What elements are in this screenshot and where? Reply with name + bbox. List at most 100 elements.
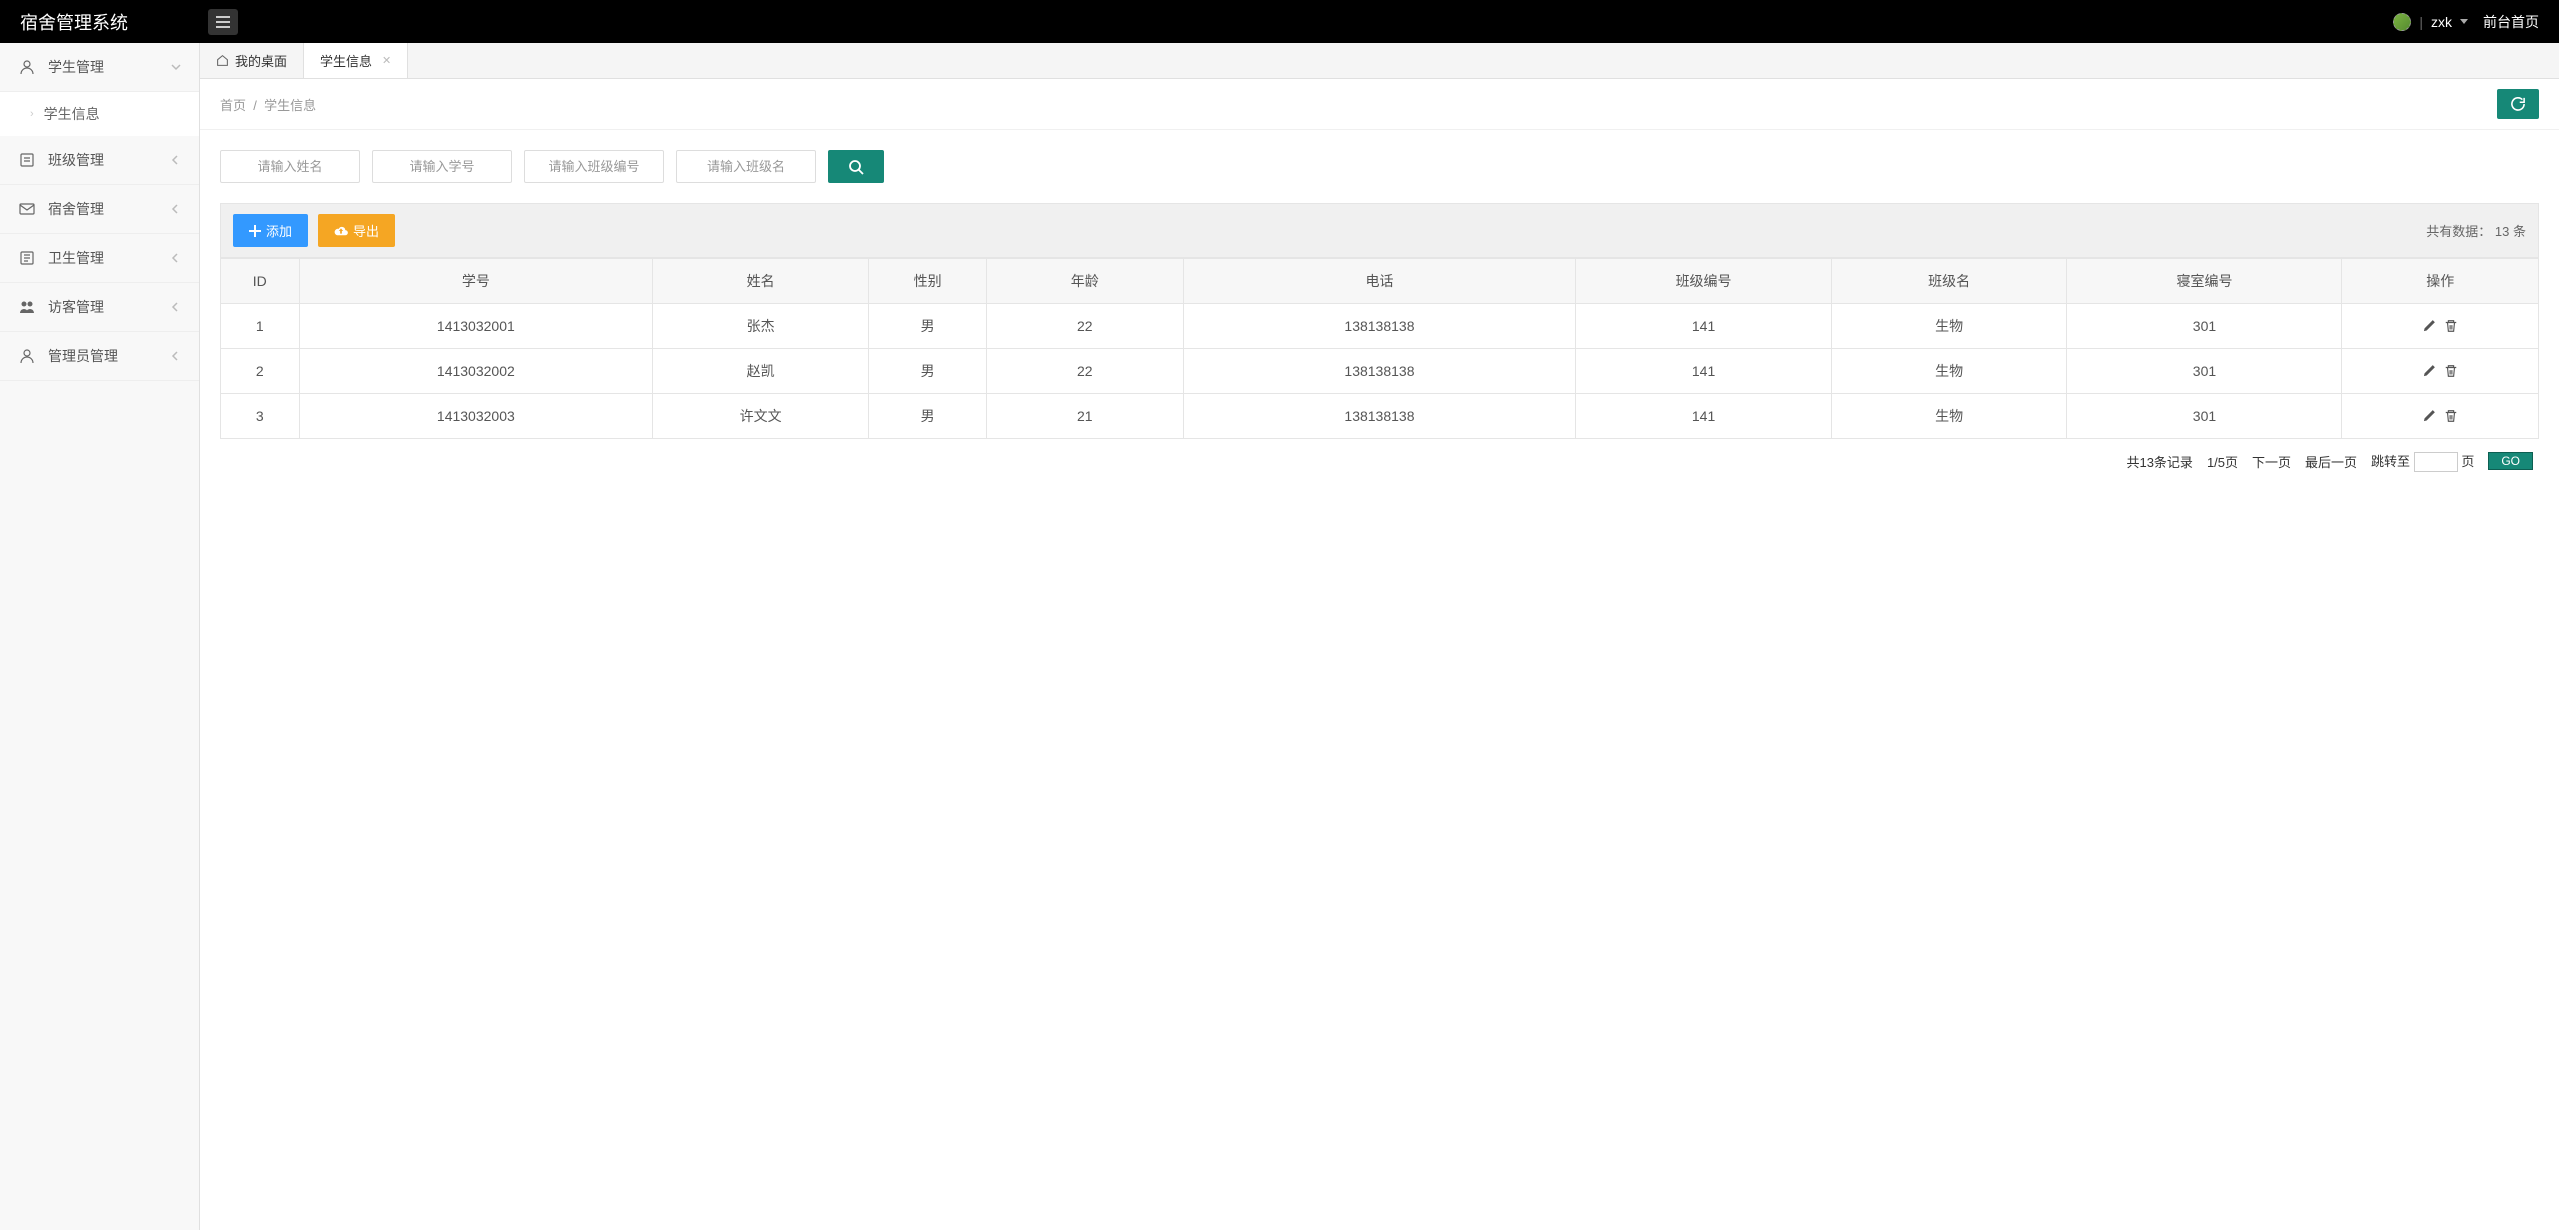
sidebar-subitem-label: 学生信息 (44, 104, 100, 124)
classname-input[interactable] (676, 150, 816, 183)
close-icon[interactable]: ✕ (382, 54, 391, 67)
add-button[interactable]: 添加 (233, 214, 308, 247)
export-label: 导出 (353, 221, 379, 240)
main-content: 我的桌面 学生信息 ✕ 首页 / 学生信息 (200, 43, 2559, 1230)
pagination: 共13条记录 1/5页 下一页 最后一页 跳转至 页 GO (220, 439, 2539, 484)
cell-id: 1 (221, 304, 300, 349)
delete-icon[interactable] (2444, 409, 2458, 423)
cell-id: 2 (221, 349, 300, 394)
th-dorm: 寝室编号 (2067, 259, 2342, 304)
sidebar-item-dorm[interactable]: 宿舍管理 (0, 185, 199, 234)
sno-input[interactable] (372, 150, 512, 183)
sidebar-item-visitor[interactable]: 访客管理 (0, 283, 199, 332)
chevron-down-icon (171, 62, 181, 72)
export-button[interactable]: 导出 (318, 214, 395, 247)
user-icon (18, 58, 36, 76)
front-home-link[interactable]: 前台首页 (2483, 12, 2539, 32)
cell-sno: 1413032003 (299, 394, 653, 439)
people-icon (18, 298, 36, 316)
pagination-jump-input[interactable] (2414, 452, 2458, 472)
user-icon (18, 347, 36, 365)
edit-icon[interactable] (2422, 364, 2436, 378)
delete-icon[interactable] (2444, 364, 2458, 378)
data-count: 共有数据： 13 条 (2426, 221, 2526, 240)
th-name: 姓名 (653, 259, 869, 304)
cell-dorm: 301 (2067, 394, 2342, 439)
chevron-right-icon: › (30, 108, 34, 120)
sidebar-item-label: 卫生管理 (48, 248, 104, 268)
cell-age: 22 (987, 349, 1183, 394)
plus-icon (249, 225, 261, 237)
sidebar-item-label: 访客管理 (48, 297, 104, 317)
search-icon (848, 159, 864, 175)
pagination-next[interactable]: 下一页 (2252, 452, 2291, 471)
chevron-left-icon (171, 204, 181, 214)
mail-icon (18, 200, 36, 218)
cell-sno: 1413032002 (299, 349, 653, 394)
th-id: ID (221, 259, 300, 304)
cell-name: 赵凯 (653, 349, 869, 394)
menu-toggle-button[interactable] (208, 9, 238, 35)
th-phone: 电话 (1183, 259, 1576, 304)
pagination-last[interactable]: 最后一页 (2305, 452, 2357, 471)
divider: | (2419, 14, 2423, 30)
home-icon (216, 54, 229, 67)
sidebar-item-clean[interactable]: 卫生管理 (0, 234, 199, 283)
tab-label: 学生信息 (320, 51, 372, 70)
delete-icon[interactable] (2444, 319, 2458, 333)
table-header-row: ID 学号 姓名 性别 年龄 电话 班级编号 班级名 寝室编号 操作 (221, 259, 2539, 304)
tab-student-info[interactable]: 学生信息 ✕ (304, 43, 408, 78)
cell-dorm: 301 (2067, 349, 2342, 394)
table-row: 11413032001张杰男22138138138141生物301 (221, 304, 2539, 349)
th-classno: 班级编号 (1576, 259, 1831, 304)
cell-sex: 男 (869, 394, 987, 439)
app-title: 宿舍管理系统 (20, 9, 128, 35)
cell-age: 22 (987, 304, 1183, 349)
edit-icon[interactable] (2422, 409, 2436, 423)
chevron-left-icon (171, 155, 181, 165)
chevron-left-icon (171, 302, 181, 312)
action-bar: 添加 导出 共有数据： 13 条 (220, 203, 2539, 258)
cell-sex: 男 (869, 349, 987, 394)
sidebar-item-label: 宿舍管理 (48, 199, 104, 219)
student-table: ID 学号 姓名 性别 年龄 电话 班级编号 班级名 寝室编号 操作 11413… (220, 258, 2539, 439)
edit-icon[interactable] (2422, 319, 2436, 333)
tab-desktop[interactable]: 我的桌面 (200, 43, 304, 78)
table-row: 21413032002赵凯男22138138138141生物301 (221, 349, 2539, 394)
search-row (220, 150, 2539, 183)
breadcrumb-home[interactable]: 首页 (220, 98, 246, 113)
tab-label: 我的桌面 (235, 51, 287, 70)
breadcrumb-row: 首页 / 学生信息 (200, 79, 2559, 130)
table-row: 31413032003许文文男21138138138141生物301 (221, 394, 2539, 439)
refresh-button[interactable] (2497, 89, 2539, 119)
add-label: 添加 (266, 221, 292, 240)
cell-phone: 138138138 (1183, 304, 1576, 349)
sidebar-subitem-student-info[interactable]: › 学生信息 (0, 92, 199, 136)
breadcrumb-separator: / (250, 98, 264, 113)
cell-classno: 141 (1576, 349, 1831, 394)
cell-sex: 男 (869, 304, 987, 349)
cell-classname: 生物 (1831, 349, 2067, 394)
sidebar-item-label: 班级管理 (48, 150, 104, 170)
sidebar-item-class[interactable]: 班级管理 (0, 136, 199, 185)
th-classname: 班级名 (1831, 259, 2067, 304)
cell-classname: 生物 (1831, 394, 2067, 439)
breadcrumb: 首页 / 学生信息 (220, 95, 316, 114)
classno-input[interactable] (524, 150, 664, 183)
name-input[interactable] (220, 150, 360, 183)
pagination-page: 1/5页 (2207, 452, 2238, 471)
sidebar-item-admin[interactable]: 管理员管理 (0, 332, 199, 381)
user-dropdown[interactable]: | zxk (2393, 13, 2468, 31)
sidebar-item-label: 学生管理 (48, 57, 104, 77)
pagination-go-button[interactable]: GO (2488, 452, 2533, 470)
sidebar-item-label: 管理员管理 (48, 346, 118, 366)
refresh-icon (2511, 97, 2525, 111)
breadcrumb-current: 学生信息 (264, 98, 316, 113)
cell-classno: 141 (1576, 304, 1831, 349)
avatar (2393, 13, 2411, 31)
search-button[interactable] (828, 150, 884, 183)
th-action: 操作 (2342, 259, 2539, 304)
menu-icon (216, 16, 230, 28)
chevron-left-icon (171, 253, 181, 263)
sidebar-item-student[interactable]: 学生管理 (0, 43, 199, 92)
